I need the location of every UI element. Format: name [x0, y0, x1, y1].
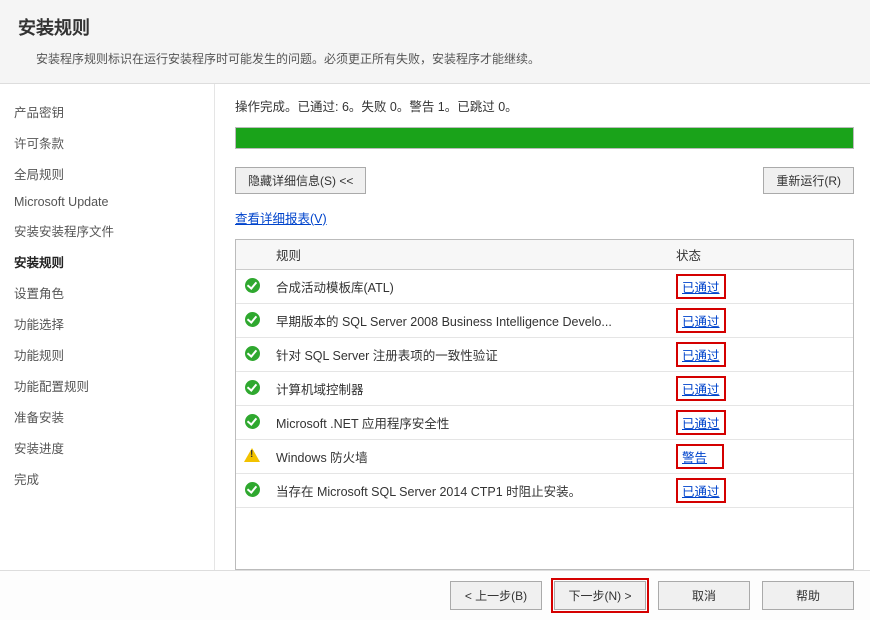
status-cell: 已通过 — [668, 338, 853, 372]
status-cell: 已通过 — [668, 304, 853, 338]
sidebar-item-11[interactable]: 安装进度 — [10, 432, 214, 463]
view-report-link[interactable]: 查看详细报表(V) — [235, 208, 854, 227]
col-rule: 规则 — [268, 240, 668, 270]
status-cell: 已通过 — [668, 372, 853, 406]
sidebar-item-1[interactable]: 许可条款 — [10, 127, 214, 158]
sidebar-item-12[interactable]: 完成 — [10, 463, 214, 494]
check-icon — [236, 270, 268, 304]
sidebar-item-3[interactable]: Microsoft Update — [10, 189, 214, 215]
rules-table: 规则 状态 合成活动模板库(ATL)已通过早期版本的 SQL Server 20… — [236, 240, 853, 508]
page-description: 安装程序规则标识在运行安装程序时可能发生的问题。必须更正所有失败，安装程序才能继… — [18, 50, 852, 67]
progress-fill — [236, 128, 853, 148]
check-icon — [236, 338, 268, 372]
page-title: 安装规则 — [18, 14, 852, 40]
check-icon — [236, 372, 268, 406]
back-button[interactable]: < 上一步(B) — [450, 581, 542, 610]
col-icon — [236, 240, 268, 270]
rules-table-wrap: 规则 状态 合成活动模板库(ATL)已通过早期版本的 SQL Server 20… — [235, 239, 854, 570]
check-icon — [236, 406, 268, 440]
help-button[interactable]: 帮助 — [762, 581, 854, 610]
sidebar: 产品密钥许可条款全局规则Microsoft Update安装安装程序文件安装规则… — [0, 84, 215, 570]
sidebar-item-9[interactable]: 功能配置规则 — [10, 370, 214, 401]
status-link[interactable]: 已通过 — [682, 281, 720, 295]
rule-cell: 合成活动模板库(ATL) — [268, 270, 668, 304]
status-link[interactable]: 已通过 — [682, 383, 720, 397]
sidebar-item-10[interactable]: 准备安装 — [10, 401, 214, 432]
rule-cell: Microsoft .NET 应用程序安全性 — [268, 406, 668, 440]
check-icon — [236, 304, 268, 338]
sidebar-item-5[interactable]: 安装规则 — [10, 246, 214, 277]
rule-cell: 当存在 Microsoft SQL Server 2014 CTP1 时阻止安装… — [268, 474, 668, 508]
sidebar-item-2[interactable]: 全局规则 — [10, 158, 214, 189]
body: 产品密钥许可条款全局规则Microsoft Update安装安装程序文件安装规则… — [0, 84, 870, 570]
cancel-button[interactable]: 取消 — [658, 581, 750, 610]
rule-cell: 计算机域控制器 — [268, 372, 668, 406]
status-cell: 已通过 — [668, 270, 853, 304]
status-cell: 已通过 — [668, 406, 853, 440]
table-row: Microsoft .NET 应用程序安全性已通过 — [236, 406, 853, 440]
action-row: 隐藏详细信息(S) << 重新运行(R) — [235, 167, 854, 194]
sidebar-item-4[interactable]: 安装安装程序文件 — [10, 215, 214, 246]
table-row: 早期版本的 SQL Server 2008 Business Intellige… — [236, 304, 853, 338]
table-row: 针对 SQL Server 注册表项的一致性验证已通过 — [236, 338, 853, 372]
status-link[interactable]: 已通过 — [682, 349, 720, 363]
footer: < 上一步(B) 下一步(N) > 取消 帮助 — [0, 570, 870, 620]
status-cell: 已通过 — [668, 474, 853, 508]
status-link[interactable]: 已通过 — [682, 417, 720, 431]
hide-details-button[interactable]: 隐藏详细信息(S) << — [235, 167, 366, 194]
status-link[interactable]: 警告 — [682, 451, 707, 465]
check-icon — [236, 474, 268, 508]
main-panel: 操作完成。已通过: 6。失败 0。警告 1。已跳过 0。 隐藏详细信息(S) <… — [215, 84, 870, 570]
table-row: Windows 防火墙警告 — [236, 440, 853, 474]
table-row: 合成活动模板库(ATL) 已通过 — [236, 270, 853, 304]
warning-icon — [236, 440, 268, 474]
rule-cell: 针对 SQL Server 注册表项的一致性验证 — [268, 338, 668, 372]
status-link[interactable]: 已通过 — [682, 485, 720, 499]
status-link[interactable]: 已通过 — [682, 315, 720, 329]
sidebar-item-6[interactable]: 设置角色 — [10, 277, 214, 308]
rule-cell: Windows 防火墙 — [268, 440, 668, 474]
rerun-button[interactable]: 重新运行(R) — [763, 167, 854, 194]
header: 安装规则 安装程序规则标识在运行安装程序时可能发生的问题。必须更正所有失败，安装… — [0, 0, 870, 84]
status-cell: 警告 — [668, 440, 853, 474]
progress-bar — [235, 127, 854, 149]
table-row: 计算机域控制器已通过 — [236, 372, 853, 406]
table-row: 当存在 Microsoft SQL Server 2014 CTP1 时阻止安装… — [236, 474, 853, 508]
sidebar-item-8[interactable]: 功能规则 — [10, 339, 214, 370]
status-summary: 操作完成。已通过: 6。失败 0。警告 1。已跳过 0。 — [235, 96, 854, 115]
sidebar-item-7[interactable]: 功能选择 — [10, 308, 214, 339]
col-status: 状态 — [668, 240, 853, 270]
rule-cell: 早期版本的 SQL Server 2008 Business Intellige… — [268, 304, 668, 338]
sidebar-item-0[interactable]: 产品密钥 — [10, 96, 214, 127]
next-button[interactable]: 下一步(N) > — [554, 581, 646, 610]
